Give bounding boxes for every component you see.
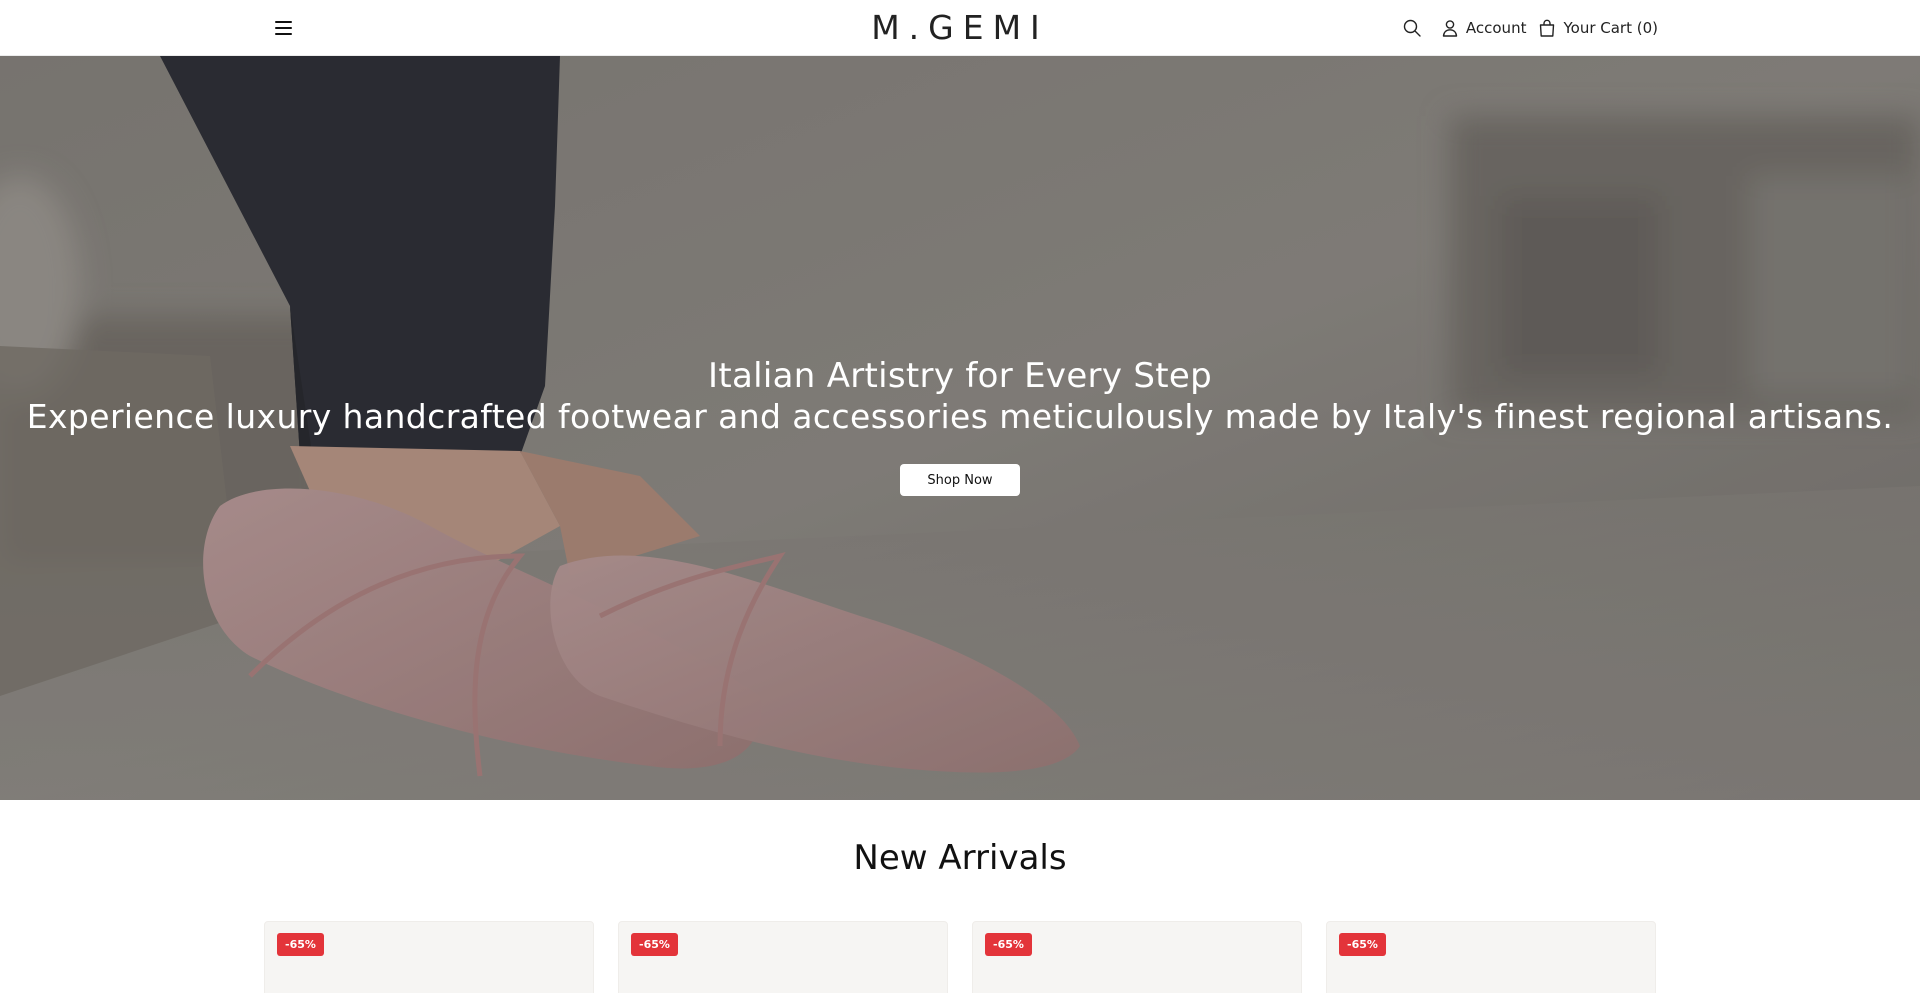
product-card[interactable]: -65% (972, 921, 1302, 993)
cart-label: Your Cart (0) (1563, 19, 1658, 37)
hero-banner: Italian Artistry for Every Step Experien… (0, 56, 1920, 800)
new-arrivals-title: New Arrivals (853, 838, 1067, 878)
discount-badge: -65% (985, 933, 1032, 956)
hero-title: Italian Artistry for Every Step (708, 356, 1212, 396)
site-logo[interactable]: M.GEMI (860, 6, 1060, 50)
shop-now-button[interactable]: Shop Now (900, 464, 1020, 496)
product-card[interactable]: -65% (618, 921, 948, 993)
search-icon[interactable] (1401, 17, 1423, 39)
product-card[interactable]: -65% (1326, 921, 1656, 993)
product-card[interactable]: -65% (264, 921, 594, 993)
product-grid: -65% -65% -65% -65% (264, 921, 1656, 993)
hero-subtitle: Experience luxury handcrafted footwear a… (26, 397, 1894, 436)
account-label: Account (1465, 19, 1527, 37)
discount-badge: -65% (631, 933, 678, 956)
cart-link[interactable]: Your Cart (0) (1536, 17, 1658, 39)
hamburger-menu-icon[interactable] (272, 17, 296, 39)
user-icon (1442, 20, 1458, 37)
site-header: M.GEMI Account Your Cart (0) (0, 0, 1920, 56)
header-actions: Account Your Cart (0) (1401, 15, 1658, 41)
shopping-bag-icon (1540, 19, 1555, 37)
account-link[interactable]: Account (1439, 17, 1527, 39)
discount-badge: -65% (1339, 933, 1386, 956)
discount-badge: -65% (277, 933, 324, 956)
